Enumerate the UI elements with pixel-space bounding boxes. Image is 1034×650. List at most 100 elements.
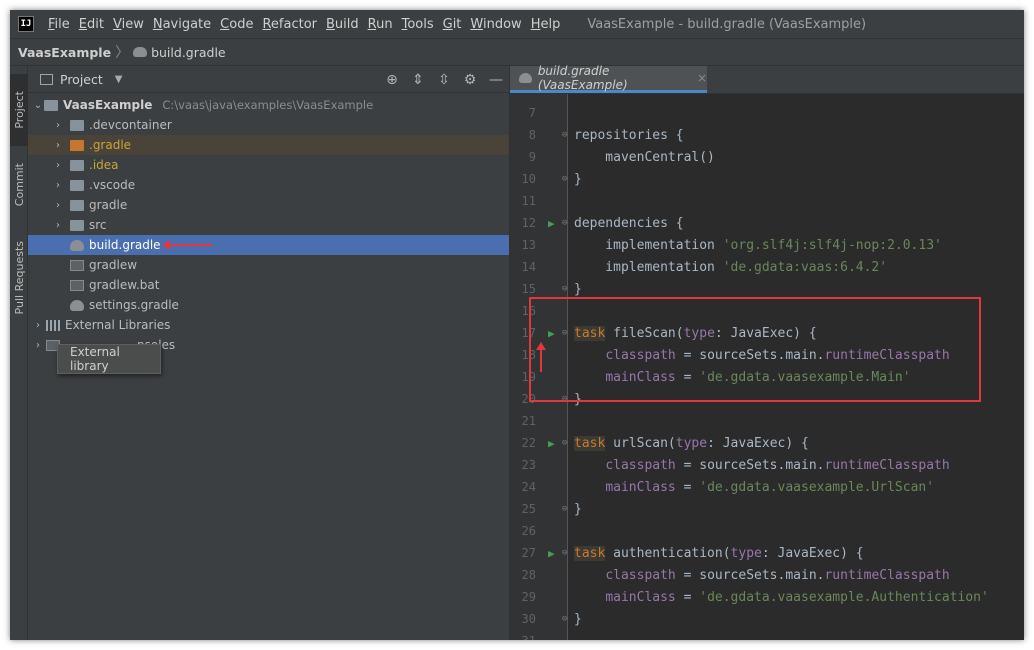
menu-build[interactable]: Build — [326, 17, 359, 32]
fold-icon[interactable]: ⊖ — [562, 218, 572, 228]
fold-icon[interactable]: ⊖ — [562, 438, 572, 448]
line-number: 10 — [521, 172, 536, 186]
menu-run[interactable]: Run — [368, 17, 393, 32]
tree-node-label: gradle — [89, 198, 128, 212]
line-number: 22 — [521, 436, 536, 450]
project-tool-button[interactable]: Project — [10, 74, 28, 146]
folder-icon — [70, 119, 84, 131]
code-line[interactable]: 25 ⊖} — [510, 498, 1024, 520]
menu-window[interactable]: Window — [470, 17, 521, 32]
tree-node-label: .vscode — [89, 178, 136, 192]
code-line[interactable]: 28 classpath = sourceSets.main.runtimeCl… — [510, 564, 1024, 586]
annotation-arrow-left-icon — [162, 240, 212, 250]
menu-bar: IJ File Edit View Navigate Code Refactor… — [10, 10, 1024, 38]
code-line[interactable]: 26 — [510, 520, 1024, 542]
breadcrumb-project[interactable]: VaasExample — [18, 45, 111, 60]
chevron-right-icon[interactable]: › — [52, 220, 64, 231]
menu-help[interactable]: Help — [531, 17, 561, 32]
run-gutter-icon[interactable]: ▶ — [548, 217, 562, 230]
tree-node-build-gradle[interactable]: build.gradle — [28, 235, 509, 255]
tree-node-label: src — [89, 218, 107, 232]
chevron-right-icon[interactable]: › — [52, 180, 64, 191]
tree-node-root[interactable]: ⌄ VaasExample C:\vaas\java\examples\Vaas… — [28, 95, 513, 115]
collapse-all-icon[interactable]: ⇳ — [437, 72, 451, 88]
fold-icon[interactable]: ⊖ — [562, 284, 572, 294]
folder-icon — [70, 199, 84, 211]
tree-node-gradlew[interactable]: gradlew — [28, 255, 551, 275]
menu-view[interactable]: View — [113, 17, 144, 32]
breadcrumb: VaasExample 〉 build.gradle — [10, 38, 1024, 66]
ide-window: IJ File Edit View Navigate Code Refactor… — [10, 10, 1024, 640]
code-line[interactable]: 10 ⊖} — [510, 168, 1024, 190]
tree-node-settings-gradle[interactable]: settings.gradle — [28, 295, 551, 315]
tab-build-gradle[interactable]: build.gradle (VaasExample) × — [510, 64, 707, 93]
tree-node-gradle-dir[interactable]: › .gradle — [28, 135, 533, 155]
annotation-highlight-box — [529, 297, 981, 402]
code-line[interactable]: 31 — [510, 630, 1024, 640]
code-line[interactable]: 12 ▶ ⊖ dependencies { — [510, 212, 1024, 234]
pull-requests-tool-button[interactable]: Pull Requests — [10, 232, 28, 324]
code-line[interactable]: 27 ▶ ⊖ task authentication(type: JavaExec) … — [510, 542, 1024, 564]
chevron-right-icon[interactable]: › — [52, 200, 64, 211]
hide-icon[interactable]: — — [489, 72, 503, 88]
code-line[interactable]: 8 ⊖ repositories { — [510, 124, 1024, 146]
chevron-right-icon[interactable]: › — [32, 340, 44, 351]
tree-node-devcontainer[interactable]: › .devcontainer — [28, 115, 533, 135]
chevron-right-icon[interactable]: › — [52, 120, 64, 131]
menu-git[interactable]: Git — [443, 17, 462, 32]
code-line[interactable]: 14 implementation 'de.gdata:vaas:6.4.2' — [510, 256, 1024, 278]
pull-requests-tool-label: Pull Requests — [12, 241, 26, 315]
annotation-arrow-up-icon — [536, 342, 546, 372]
run-gutter-icon[interactable]: ▶ — [548, 437, 562, 450]
code-line[interactable]: 13 implementation 'org.slf4j:slf4j-nop:2… — [510, 234, 1024, 256]
code-text: repositories { — [574, 127, 684, 143]
folder-icon — [70, 179, 84, 191]
tree-node-gradle[interactable]: › gradle — [28, 195, 533, 215]
tree-node-external-libraries[interactable]: › External Libraries — [28, 315, 513, 335]
code-line[interactable]: 9 mavenCentral() — [510, 146, 1024, 168]
chevron-down-icon[interactable]: ⌄ — [32, 100, 44, 111]
code-line[interactable]: 22 ▶ ⊖ task urlScan(type: JavaExec) { — [510, 432, 1024, 454]
chevron-right-icon[interactable]: › — [32, 320, 44, 331]
line-number: 13 — [521, 238, 536, 252]
close-icon[interactable]: × — [697, 71, 707, 85]
gear-icon[interactable]: ⚙ — [463, 72, 477, 88]
code-text: dependencies { — [574, 215, 684, 231]
fold-icon[interactable]: ⊖ — [562, 130, 572, 140]
code-line[interactable]: 23 classpath = sourceSets.main.runtimeCl… — [510, 454, 1024, 476]
code-line[interactable]: 21 — [510, 410, 1024, 432]
chevron-down-icon[interactable]: ▼ — [115, 74, 123, 85]
code-line[interactable]: 29 mainClass = 'de.gdata.vaasexample.Aut… — [510, 586, 1024, 608]
code-line[interactable]: 7 — [510, 102, 1024, 124]
code-line[interactable]: 11 — [510, 190, 1024, 212]
menu-tools[interactable]: Tools — [402, 17, 434, 32]
project-view-selector[interactable]: Project — [60, 72, 103, 87]
gradle-icon — [70, 299, 84, 311]
menu-file[interactable]: File — [48, 17, 70, 32]
menu-refactor[interactable]: Refactor — [262, 17, 317, 32]
code-text: } — [574, 281, 582, 297]
fold-icon[interactable]: ⊖ — [562, 548, 572, 558]
fold-icon[interactable]: ⊖ — [562, 614, 572, 624]
tree-node-idea[interactable]: › .idea — [28, 155, 533, 175]
menu-navigate[interactable]: Navigate — [153, 17, 211, 32]
fold-icon[interactable]: ⊖ — [562, 174, 572, 184]
chevron-right-icon[interactable]: › — [52, 160, 64, 171]
tree-node-src[interactable]: › src — [28, 215, 533, 235]
run-gutter-icon[interactable]: ▶ — [548, 547, 562, 560]
intellij-logo-icon[interactable]: IJ — [18, 16, 34, 32]
code-line[interactable]: 24 mainClass = 'de.gdata.vaasexample.Url… — [510, 476, 1024, 498]
menu-code[interactable]: Code — [220, 17, 253, 32]
excluded-folder-icon — [70, 139, 84, 151]
tree-node-vscode[interactable]: › .vscode — [28, 175, 533, 195]
chevron-right-icon[interactable]: › — [52, 140, 64, 151]
breadcrumb-file[interactable]: build.gradle — [151, 45, 226, 60]
tree-node-gradlew-bat[interactable]: gradlew.bat — [28, 275, 551, 295]
code-line[interactable]: 30 ⊖} — [510, 608, 1024, 630]
code-text: } — [574, 171, 582, 187]
menu-edit[interactable]: Edit — [79, 17, 104, 32]
fold-icon[interactable]: ⊖ — [562, 504, 572, 514]
locate-file-icon[interactable]: ⊕ — [385, 72, 399, 88]
commit-tool-button[interactable]: Commit — [10, 154, 28, 216]
expand-all-icon[interactable]: ⇕ — [411, 72, 425, 88]
